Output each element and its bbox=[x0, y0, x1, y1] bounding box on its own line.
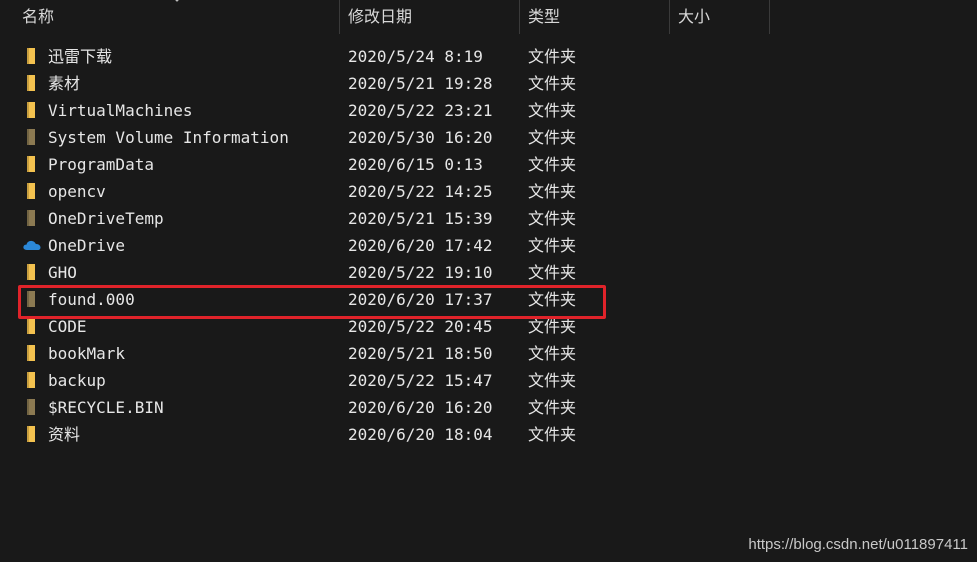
file-list: 迅雷下载 2020/5/24 8:19 文件夹 素材 2020/5/21 19:28 文… bbox=[0, 43, 977, 448]
file-type: 文件夹 bbox=[528, 128, 577, 147]
watermark-text: https://blog.csdn.net/u011897411 bbox=[748, 536, 968, 553]
file-type: 文件夹 bbox=[528, 182, 577, 201]
file-type: 文件夹 bbox=[528, 344, 577, 363]
folder-icon bbox=[24, 425, 40, 443]
column-header-size[interactable]: 大小 bbox=[678, 0, 768, 34]
column-divider[interactable] bbox=[669, 0, 670, 34]
column-header-name[interactable]: 名称 bbox=[22, 0, 338, 34]
file-row[interactable]: bookMark 2020/5/21 18:50 文件夹 bbox=[0, 340, 620, 367]
file-date-modified: 2020/5/22 20:45 bbox=[348, 317, 493, 336]
file-name[interactable]: $RECYCLE.BIN bbox=[48, 394, 164, 421]
file-date-modified: 2020/5/22 15:47 bbox=[348, 371, 493, 390]
file-type: 文件夹 bbox=[528, 290, 577, 309]
file-row[interactable]: CODE 2020/5/22 20:45 文件夹 bbox=[0, 313, 620, 340]
folder-icon bbox=[24, 47, 40, 65]
file-name[interactable]: System Volume Information bbox=[48, 124, 289, 151]
file-name[interactable]: ProgramData bbox=[48, 151, 154, 178]
file-name[interactable]: GHO bbox=[48, 259, 77, 286]
folder-icon bbox=[24, 344, 40, 362]
file-type: 文件夹 bbox=[528, 209, 577, 228]
file-row[interactable]: ProgramData 2020/6/15 0:13 文件夹 bbox=[0, 151, 620, 178]
folder-icon bbox=[24, 155, 40, 173]
hidden-folder-icon bbox=[24, 290, 40, 308]
file-type: 文件夹 bbox=[528, 425, 577, 444]
file-row[interactable]: VirtualMachines 2020/5/22 23:21 文件夹 bbox=[0, 97, 620, 124]
column-header-date-modified[interactable]: 修改日期 bbox=[348, 0, 518, 34]
file-type: 文件夹 bbox=[528, 74, 577, 93]
file-name[interactable]: CODE bbox=[48, 313, 87, 340]
file-type: 文件夹 bbox=[528, 398, 577, 417]
folder-icon bbox=[24, 371, 40, 389]
file-name[interactable]: opencv bbox=[48, 178, 106, 205]
file-type: 文件夹 bbox=[528, 317, 577, 336]
onedrive-cloud-icon bbox=[23, 236, 41, 254]
file-date-modified: 2020/6/20 17:37 bbox=[348, 290, 493, 309]
hidden-folder-icon bbox=[24, 128, 40, 146]
file-type: 文件夹 bbox=[528, 263, 577, 282]
folder-icon bbox=[24, 182, 40, 200]
file-date-modified: 2020/5/21 15:39 bbox=[348, 209, 493, 228]
file-name[interactable]: backup bbox=[48, 367, 106, 394]
folder-icon bbox=[24, 74, 40, 92]
file-name[interactable]: VirtualMachines bbox=[48, 97, 193, 124]
file-date-modified: 2020/5/24 8:19 bbox=[348, 47, 483, 66]
file-row[interactable]: found.000 2020/6/20 17:37 文件夹 bbox=[0, 286, 620, 313]
file-row[interactable]: $RECYCLE.BIN 2020/6/20 16:20 文件夹 bbox=[0, 394, 620, 421]
column-header-type[interactable]: 类型 bbox=[528, 0, 668, 34]
file-row[interactable]: System Volume Information 2020/5/30 16:20… bbox=[0, 124, 620, 151]
file-row[interactable]: opencv 2020/5/22 14:25 文件夹 bbox=[0, 178, 620, 205]
file-type: 文件夹 bbox=[528, 371, 577, 390]
file-date-modified: 2020/6/20 16:20 bbox=[348, 398, 493, 417]
file-date-modified: 2020/6/20 18:04 bbox=[348, 425, 493, 444]
file-date-modified: 2020/5/22 14:25 bbox=[348, 182, 493, 201]
file-row[interactable]: 素材 2020/5/21 19:28 文件夹 bbox=[0, 70, 620, 97]
hidden-folder-icon bbox=[24, 398, 40, 416]
file-type: 文件夹 bbox=[528, 236, 577, 255]
column-divider[interactable] bbox=[519, 0, 520, 34]
column-divider[interactable] bbox=[769, 0, 770, 34]
file-date-modified: 2020/5/22 23:21 bbox=[348, 101, 493, 120]
file-date-modified: 2020/5/21 19:28 bbox=[348, 74, 493, 93]
file-name[interactable]: 素材 bbox=[48, 70, 80, 97]
file-type: 文件夹 bbox=[528, 101, 577, 120]
folder-icon bbox=[24, 317, 40, 335]
file-row[interactable]: backup 2020/5/22 15:47 文件夹 bbox=[0, 367, 620, 394]
column-divider[interactable] bbox=[339, 0, 340, 34]
file-name[interactable]: found.000 bbox=[48, 286, 135, 313]
folder-icon bbox=[24, 101, 40, 119]
file-name[interactable]: OneDrive bbox=[48, 232, 125, 259]
column-header-bar: 名称 修改日期 类型 大小 bbox=[0, 0, 977, 34]
file-date-modified: 2020/5/21 18:50 bbox=[348, 344, 493, 363]
file-date-modified: 2020/6/20 17:42 bbox=[348, 236, 493, 255]
file-type: 文件夹 bbox=[528, 155, 577, 174]
file-name[interactable]: OneDriveTemp bbox=[48, 205, 164, 232]
file-name[interactable]: bookMark bbox=[48, 340, 125, 367]
file-row[interactable]: GHO 2020/5/22 19:10 文件夹 bbox=[0, 259, 620, 286]
folder-icon bbox=[24, 263, 40, 281]
file-row[interactable]: OneDriveTemp 2020/5/21 15:39 文件夹 bbox=[0, 205, 620, 232]
file-date-modified: 2020/5/30 16:20 bbox=[348, 128, 493, 147]
file-row[interactable]: OneDrive 2020/6/20 17:42 文件夹 bbox=[0, 232, 620, 259]
file-date-modified: 2020/6/15 0:13 bbox=[348, 155, 483, 174]
file-type: 文件夹 bbox=[528, 47, 577, 66]
file-date-modified: 2020/5/22 19:10 bbox=[348, 263, 493, 282]
file-name[interactable]: 资料 bbox=[48, 421, 80, 448]
file-name[interactable]: 迅雷下载 bbox=[48, 43, 112, 70]
file-row[interactable]: 迅雷下载 2020/5/24 8:19 文件夹 bbox=[0, 43, 620, 70]
hidden-folder-icon bbox=[24, 209, 40, 227]
file-row[interactable]: 资料 2020/6/20 18:04 文件夹 bbox=[0, 421, 620, 448]
